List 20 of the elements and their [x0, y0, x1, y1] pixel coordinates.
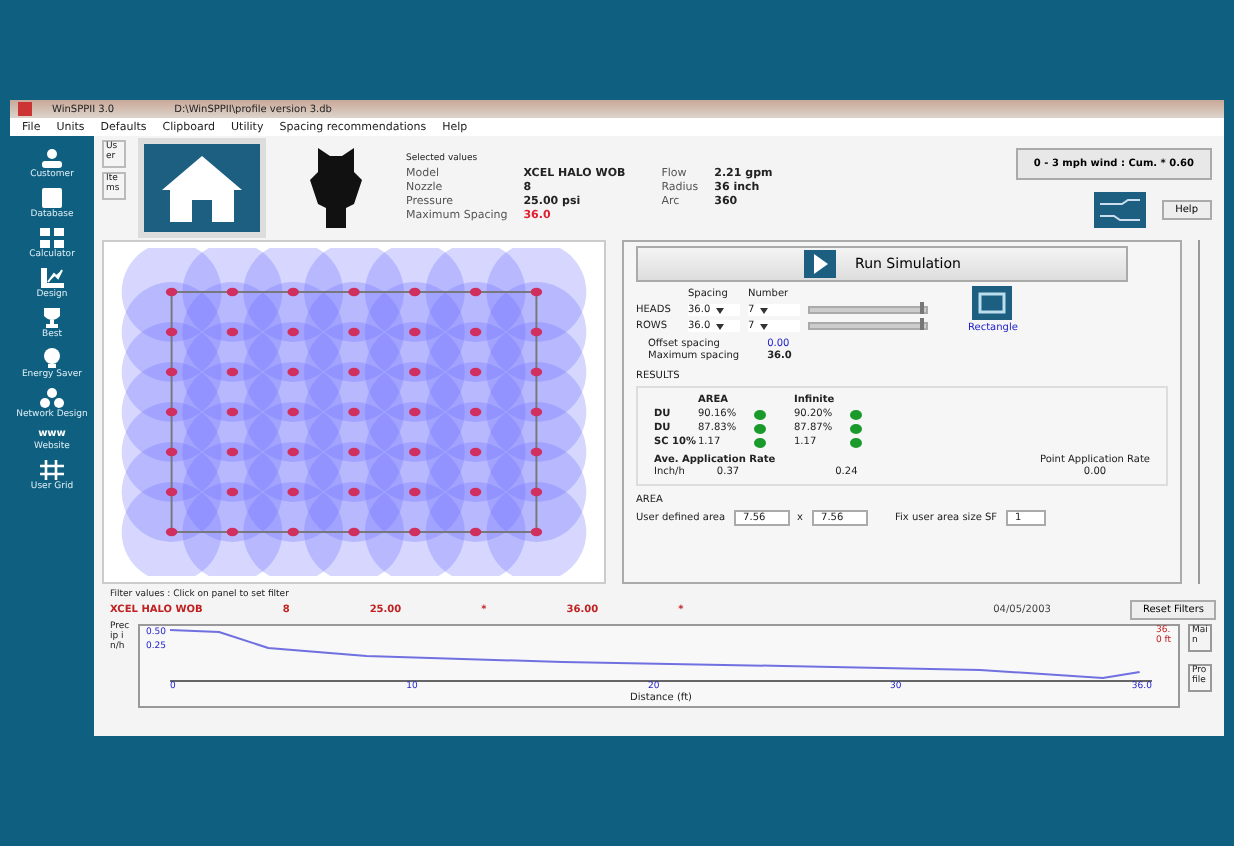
- rectangle-icon[interactable]: [972, 286, 1013, 320]
- play-icon: [803, 250, 836, 278]
- caret-icon: [716, 307, 725, 313]
- chart-icon[interactable]: [39, 268, 64, 288]
- hash-icon[interactable]: [39, 460, 64, 480]
- house-icon: [158, 150, 246, 226]
- caret-icon: [760, 323, 769, 329]
- person-icon[interactable]: [39, 148, 64, 168]
- caret-icon: [716, 323, 725, 329]
- slider-thumb[interactable]: [920, 318, 925, 330]
- home-button[interactable]: [138, 138, 266, 238]
- pipes-icon[interactable]: [1093, 192, 1146, 228]
- bulb-icon[interactable]: [40, 348, 64, 368]
- app-icon: [18, 102, 32, 116]
- grid-icon[interactable]: [39, 228, 64, 248]
- slider-thumb[interactable]: [920, 302, 925, 314]
- network-icon[interactable]: [39, 388, 64, 408]
- sprinkler-icon: [306, 144, 366, 232]
- trophy-icon[interactable]: [40, 308, 64, 328]
- caret-icon: [760, 307, 769, 313]
